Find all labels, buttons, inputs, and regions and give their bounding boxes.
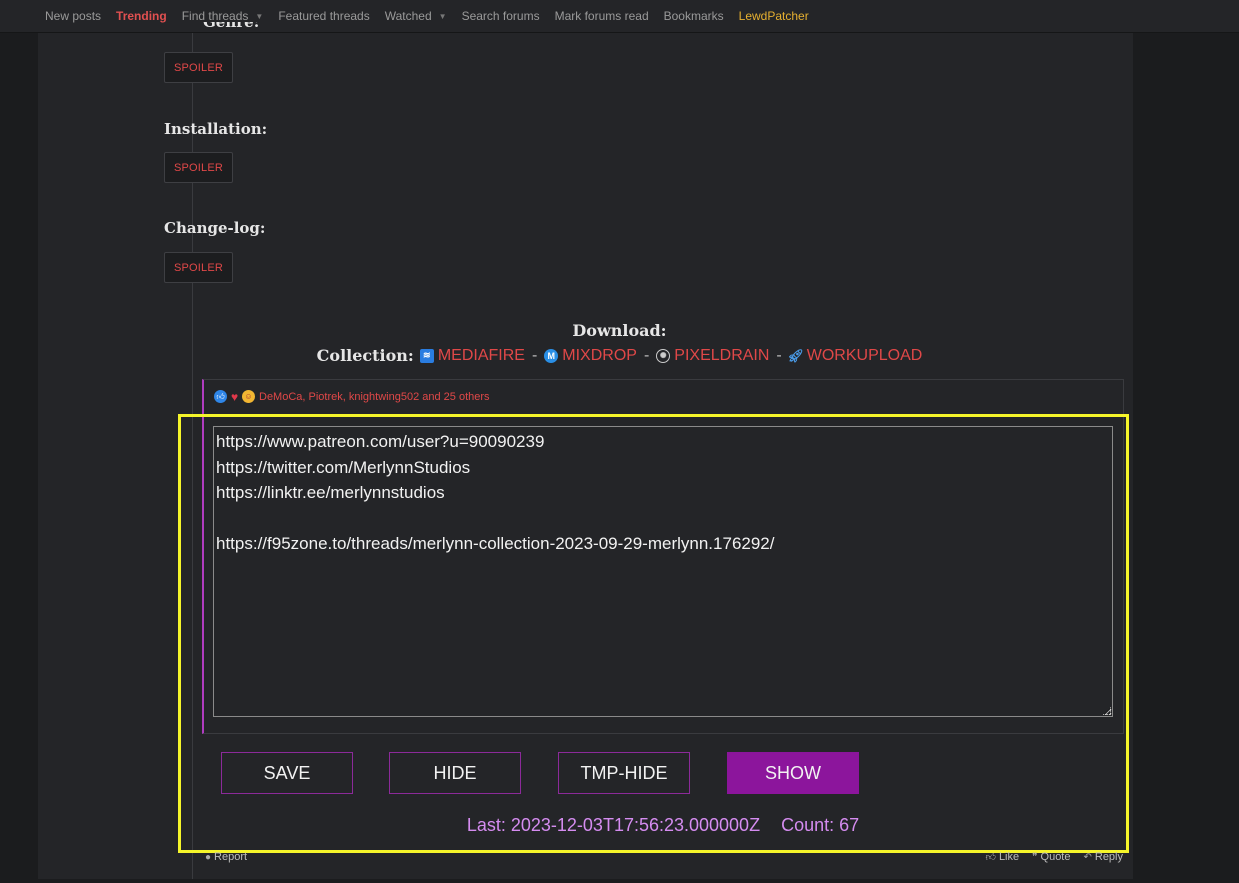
nav-bookmarks[interactable]: Bookmarks — [664, 9, 724, 23]
download-title: Download: — [572, 321, 667, 340]
reply-button[interactable]: ↶ Reply — [1083, 851, 1123, 863]
quote-button[interactable]: ❞ Quote — [1032, 851, 1070, 863]
reply-label: Reply — [1094, 851, 1123, 863]
reply-icon: ↶ — [1083, 851, 1092, 863]
link-label: MIXDROP — [562, 346, 637, 364]
chevron-down-icon[interactable]: ▼ — [439, 12, 447, 21]
quote-icon: ❞ — [1032, 851, 1038, 863]
show-button[interactable]: SHOW — [727, 752, 859, 794]
nav-label: Mark forums read — [554, 9, 649, 23]
nav-label: New posts — [45, 9, 102, 23]
genre-label: Genre: — [203, 22, 260, 31]
workupload-icon: 🚀︎ — [787, 347, 805, 363]
link-separator: - — [776, 346, 782, 364]
link-label: MEDIAFIRE — [437, 346, 525, 364]
nav-watched[interactable]: Watched ▼ — [385, 9, 447, 23]
nav-label: LewdPatcher — [738, 9, 809, 23]
chevron-down-icon[interactable]: ▼ — [255, 12, 263, 21]
pixeldrain-link[interactable]: ✺ PIXELDRAIN — [656, 347, 769, 365]
nav-find-threads[interactable]: Find threads ▼ — [182, 9, 264, 23]
top-nav: New posts Trending Find threads ▼ Feature… — [0, 0, 1239, 33]
report-icon: ● — [205, 851, 212, 863]
nav-label: Search forums — [461, 9, 540, 23]
mixdrop-link[interactable]: M MIXDROP — [544, 347, 637, 365]
like-reaction-icon: 👍︎ — [214, 390, 227, 403]
note-line: https://linktr.ee/merlynnstudios — [216, 483, 445, 502]
note-line: https://www.patreon.com/user?u=90090239 — [216, 432, 545, 451]
installation-spoiler-button[interactable]: SPOILER — [164, 152, 233, 183]
note-line: https://twitter.com/MerlynnStudios — [216, 457, 471, 477]
nav-label: Bookmarks — [663, 9, 724, 23]
genre-spoiler-button[interactable]: SPOILER — [164, 52, 233, 83]
notes-textarea[interactable]: https://www.patreon.com/user?u=90090239 … — [213, 426, 1113, 717]
collection-links: Collection: ≋ MEDIAFIRE - M MIXDROP - ✺ … — [0, 346, 1239, 365]
nav-label: Trending — [116, 9, 167, 23]
nav-label: Find threads — [181, 9, 249, 23]
mixdrop-icon: M — [544, 348, 559, 363]
nav-trending[interactable]: Trending — [116, 9, 167, 23]
nav-lewdpatcher[interactable]: LewdPatcher — [739, 9, 809, 23]
nav-mark-forums-read[interactable]: Mark forums read — [555, 9, 649, 23]
hide-button[interactable]: HIDE — [389, 752, 521, 794]
reactions-line[interactable]: 👍︎ ♥ ☺ DeMoCa, Piotrek, knightwing502 an… — [214, 389, 490, 404]
link-separator: - — [643, 346, 650, 364]
workupload-link[interactable]: 🚀︎ WORKUPLOAD — [787, 346, 923, 365]
link-label: WORKUPLOAD — [806, 346, 923, 364]
like-button[interactable]: 👍︎ Like — [985, 851, 1019, 863]
note-line: https://f95zone.to/threads/merlynn-colle… — [216, 534, 775, 553]
link-label: PIXELDRAIN — [674, 346, 770, 364]
report-link[interactable]: ● Report — [205, 851, 247, 863]
pixeldrain-icon: ✺ — [656, 348, 671, 363]
note-line — [216, 506, 1110, 532]
status-line: Last: 2023-12-03T17:56:23.000000Z Count:… — [0, 815, 1239, 836]
count-value: Count: 67 — [781, 815, 860, 835]
nav-new-posts[interactable]: New posts — [45, 9, 101, 23]
collection-label: Collection: — [316, 346, 414, 365]
save-button[interactable]: SAVE — [221, 752, 353, 794]
nav-featured-threads[interactable]: Featured threads — [278, 9, 369, 23]
reactions-users[interactable]: DeMoCa, Piotrek, knightwing502 and 25 ot… — [259, 391, 490, 403]
nav-search-forums[interactable]: Search forums — [462, 9, 540, 23]
last-timestamp: Last: 2023-12-03T17:56:23.000000Z — [466, 815, 761, 835]
mediafire-icon: ≋ — [419, 348, 434, 363]
like-label: Like — [998, 851, 1020, 863]
mediafire-link[interactable]: ≋ MEDIAFIRE — [419, 346, 525, 365]
star-eyes-reaction-icon: ☺ — [242, 390, 255, 403]
nav-label: Featured threads — [278, 9, 370, 23]
report-label: Report — [214, 851, 248, 863]
tmp-hide-button[interactable]: TMP-HIDE — [558, 752, 690, 794]
link-separator: - — [531, 346, 538, 364]
quote-label: Quote — [1040, 851, 1071, 863]
installation-label: Installation: — [164, 120, 268, 138]
changelog-label: Change-log: — [164, 219, 266, 237]
resize-handle[interactable] — [1103, 707, 1111, 715]
post-actions: 👍︎ Like ❞ Quote ↶ Reply — [972, 851, 1123, 863]
heart-reaction-icon: ♥ — [230, 389, 239, 404]
changelog-spoiler-button[interactable]: SPOILER — [164, 252, 233, 283]
nav-label: Watched — [384, 9, 432, 23]
thumbs-up-icon: 👍︎ — [985, 852, 996, 863]
